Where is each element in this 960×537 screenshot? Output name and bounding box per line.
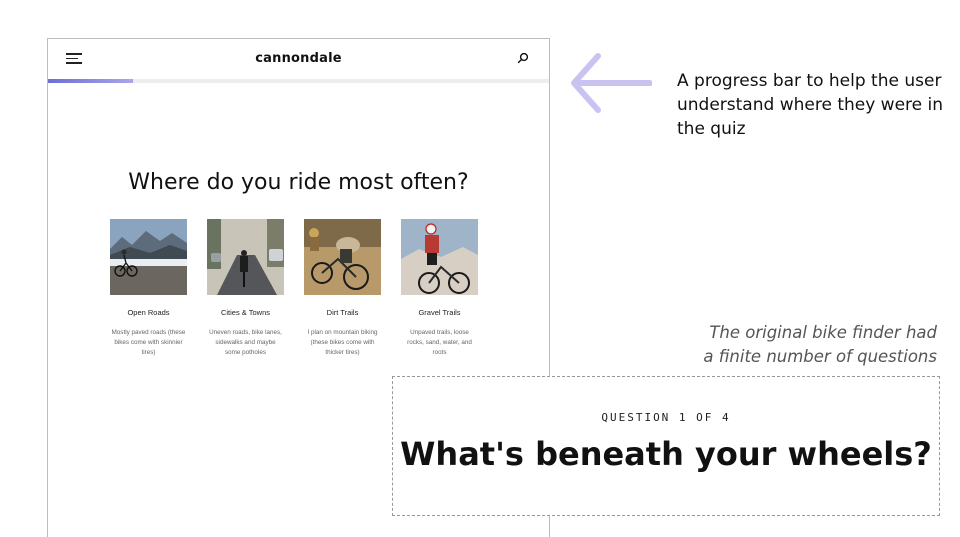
quiz-question: Where do you ride most often? (128, 170, 469, 195)
option-label: Dirt Trails (326, 308, 359, 317)
option-gravel-trails[interactable]: Gravel Trails Unpaved trails, loose rock… (401, 219, 478, 358)
search-icon[interactable] (517, 52, 529, 64)
option-label: Gravel Trails (418, 308, 461, 317)
dirt-trails-photo (304, 219, 381, 295)
option-open-roads[interactable]: Open Roads Mostly paved roads (these bik… (110, 219, 187, 358)
annotation-line: a finite number of questions (703, 347, 937, 366)
arrow-left-icon (571, 53, 652, 113)
top-nav: cannondale (48, 39, 549, 79)
option-description: I plan on mountain biking (these bikes c… (307, 329, 378, 356)
question-counter: QUESTION 1 OF 4 (601, 411, 731, 424)
answer-options: Open Roads Mostly paved roads (these bik… (110, 219, 478, 358)
option-description: Uneven roads, bike lanes, sidewalks and … (209, 329, 282, 356)
original-question-callout: QUESTION 1 OF 4 What's beneath your whee… (392, 376, 940, 516)
option-description: Unpaved trails, loose rocks, sand, water… (407, 329, 472, 356)
original-question-headline: What's beneath your wheels? (400, 435, 932, 473)
option-cities-towns[interactable]: Cities & Towns Uneven roads, bike lanes,… (207, 219, 284, 358)
brand-logo[interactable]: cannondale (48, 51, 549, 66)
annotation-line: The original bike finder had (709, 323, 937, 342)
gravel-trails-photo (401, 219, 478, 295)
option-dirt-trails[interactable]: Dirt Trails I plan on mountain biking (t… (304, 219, 381, 358)
original-finder-annotation: The original bike finder had a finite nu… (703, 321, 937, 369)
cities-towns-photo (207, 219, 284, 295)
open-roads-photo (110, 219, 187, 295)
quiz-progress-bar (48, 79, 549, 83)
progress-bar-annotation: A progress bar to help the user understa… (677, 71, 944, 139)
option-description: Mostly paved roads (these bikes come wit… (111, 329, 186, 356)
option-label: Open Roads (127, 308, 170, 317)
quiz-progress-fill (48, 79, 134, 83)
option-label: Cities & Towns (220, 308, 271, 317)
